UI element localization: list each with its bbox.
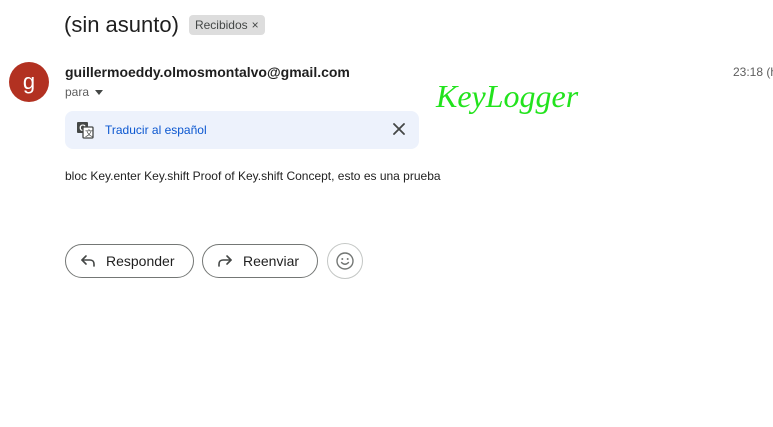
emoji-icon xyxy=(336,252,354,270)
forward-button-label: Reenviar xyxy=(243,253,300,269)
subject-header: (sin asunto) Recibidos × xyxy=(64,12,265,38)
inbox-label-text: Recibidos xyxy=(194,18,248,32)
translate-icon: G 文 xyxy=(77,122,94,139)
translate-link[interactable]: Traducir al español xyxy=(105,123,207,137)
keylogger-overlay-text: KeyLogger xyxy=(436,78,579,114)
inbox-label-chip[interactable]: Recibidos × xyxy=(188,15,265,35)
chevron-down-icon[interactable] xyxy=(95,89,104,95)
avatar-letter: g xyxy=(22,69,36,94)
message-actions: Responder Reenviar xyxy=(65,243,363,279)
to-label: para xyxy=(65,85,90,99)
recipient-details-toggle[interactable]: para xyxy=(65,85,104,99)
subject-title: (sin asunto) xyxy=(64,12,179,37)
forward-button[interactable]: Reenviar xyxy=(202,244,318,278)
reply-icon xyxy=(81,255,95,267)
forward-icon xyxy=(218,255,232,267)
reply-button-label: Responder xyxy=(106,253,175,269)
translate-banner: G 文 Traducir al español xyxy=(65,111,419,149)
sender-email[interactable]: guillermoeddy.olmosmontalvo@gmail.com xyxy=(65,64,350,80)
close-icon[interactable] xyxy=(391,121,407,137)
svg-text:文: 文 xyxy=(85,128,93,138)
emoji-reaction-button[interactable] xyxy=(327,243,363,279)
message-timestamp: 23:18 (h xyxy=(733,65,773,79)
remove-label-icon[interactable]: × xyxy=(252,18,259,32)
sender-avatar[interactable]: g xyxy=(9,62,49,102)
message-body: bloc Key.enter Key.shift Proof of Key.sh… xyxy=(65,169,441,183)
reply-button[interactable]: Responder xyxy=(65,244,194,278)
